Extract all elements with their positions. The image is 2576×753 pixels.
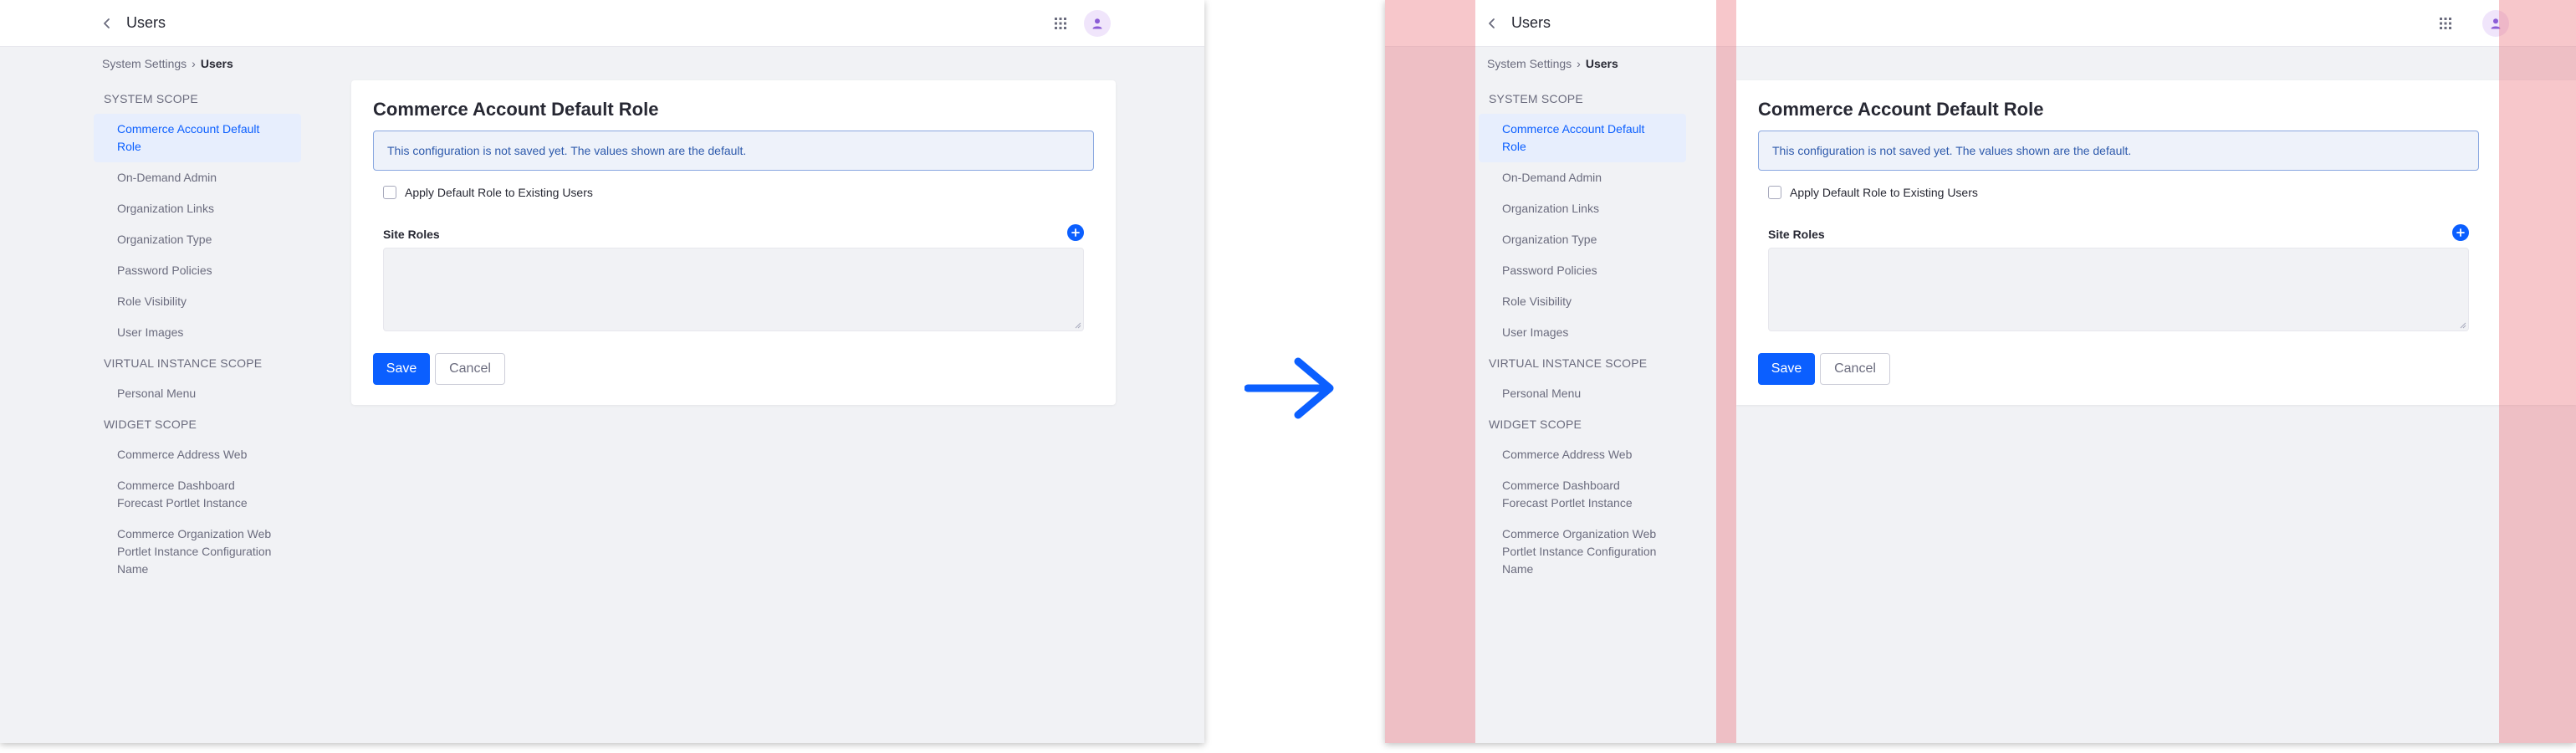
sidebar-item-organization-links[interactable]: Organization Links	[94, 193, 301, 224]
apply-default-role-row: Apply Default Role to Existing Users	[383, 186, 593, 199]
chevron-left-icon	[1489, 18, 1495, 28]
form-title: Commerce Account Default Role	[373, 99, 659, 120]
breadcrumb: System Settings › Users	[1487, 57, 1618, 70]
sidebar-item-organization-type[interactable]: Organization Type	[1479, 224, 1686, 255]
arrow-right-icon	[1245, 357, 1334, 419]
site-roles-label: Site Roles	[1768, 228, 1825, 241]
scope-heading-system: SYSTEM SCOPE	[104, 92, 198, 105]
sidebar-item-personal-menu[interactable]: Personal Menu	[94, 378, 301, 409]
user-avatar[interactable]	[1084, 10, 1111, 37]
plus-icon	[2456, 228, 2465, 237]
site-roles-label: Site Roles	[383, 228, 440, 241]
sidebar-item-password-policies[interactable]: Password Policies	[1479, 255, 1686, 286]
sidebar-item-commerce-organization-web[interactable]: Commerce Organization Web Portlet Instan…	[1479, 519, 1686, 585]
site-roles-input[interactable]	[383, 248, 1084, 331]
plus-icon	[1071, 228, 1080, 237]
sidebar-item-commerce-organization-web[interactable]: Commerce Organization Web Portlet Instan…	[94, 519, 301, 585]
apply-default-role-label[interactable]: Apply Default Role to Existing Users	[405, 186, 593, 199]
page-title: Users	[126, 14, 166, 31]
top-bar: Users	[1385, 0, 2576, 47]
sidebar-item-commerce-address-web[interactable]: Commerce Address Web	[94, 439, 301, 470]
sidebar-item-organization-type[interactable]: Organization Type	[94, 224, 301, 255]
cancel-button[interactable]: Cancel	[435, 353, 505, 385]
user-icon	[1092, 18, 1102, 29]
settings-sidebar: SYSTEM SCOPE Commerce Account Default Ro…	[94, 84, 301, 585]
info-alert: This configuration is not saved yet. The…	[373, 131, 1094, 171]
breadcrumb-separator: ›	[1577, 57, 1581, 70]
grid-icon	[2440, 18, 2451, 29]
sidebar-item-commerce-dashboard-forecast[interactable]: Commerce Dashboard Forecast Portlet Inst…	[1479, 470, 1686, 519]
scope-heading-virtual-instance: VIRTUAL INSTANCE SCOPE	[1489, 356, 1648, 370]
resize-handle-icon[interactable]	[2460, 322, 2466, 329]
sidebar-item-password-policies[interactable]: Password Policies	[94, 255, 301, 286]
site-roles-input[interactable]	[1768, 248, 2469, 331]
sidebar-item-commerce-account-default-role[interactable]: Commerce Account Default Role	[1479, 114, 1686, 162]
scope-heading-system: SYSTEM SCOPE	[1489, 92, 1583, 105]
sidebar-item-role-visibility[interactable]: Role Visibility	[1479, 286, 1686, 317]
back-button[interactable]	[1482, 13, 1502, 33]
add-site-role-button[interactable]	[2452, 224, 2469, 241]
sidebar-item-personal-menu[interactable]: Personal Menu	[1479, 378, 1686, 409]
breadcrumb: System Settings › Users	[102, 57, 233, 70]
breadcrumb-system-settings[interactable]: System Settings	[1487, 57, 1572, 70]
user-icon	[2491, 18, 2501, 29]
sidebar-item-on-demand-admin[interactable]: On-Demand Admin	[94, 162, 301, 193]
apply-default-role-checkbox[interactable]	[383, 186, 396, 199]
sidebar-item-commerce-dashboard-forecast[interactable]: Commerce Dashboard Forecast Portlet Inst…	[94, 470, 301, 519]
configuration-card: Commerce Account Default Role This confi…	[351, 80, 1116, 405]
settings-sidebar: SYSTEM SCOPE Commerce Account Default Ro…	[1479, 84, 1686, 585]
back-button[interactable]	[97, 13, 117, 33]
user-avatar[interactable]	[2482, 10, 2509, 37]
apply-default-role-row: Apply Default Role to Existing Users	[1768, 186, 1978, 199]
scope-heading-virtual-instance: VIRTUAL INSTANCE SCOPE	[104, 356, 263, 370]
resize-handle-icon[interactable]	[1075, 322, 1081, 329]
page-title: Users	[1511, 14, 1551, 31]
configuration-card: Commerce Account Default Role This confi…	[1736, 80, 2576, 405]
cancel-button[interactable]: Cancel	[1820, 353, 1890, 385]
panel-highlighted: Users System Settings › Users SYSTEM SCO…	[1385, 0, 2576, 743]
add-site-role-button[interactable]	[1067, 224, 1084, 241]
breadcrumb-system-settings[interactable]: System Settings	[102, 57, 187, 70]
margin-highlight-left	[1385, 0, 1475, 743]
breadcrumb-current: Users	[200, 57, 233, 70]
panel-original: Users System Settings › Users SYSTEM SCO…	[0, 0, 1204, 743]
apps-button[interactable]	[2435, 13, 2456, 33]
margin-highlight-gutter	[1716, 0, 1736, 743]
scope-heading-widget: WIDGET SCOPE	[104, 417, 197, 431]
sidebar-item-role-visibility[interactable]: Role Visibility	[94, 286, 301, 317]
grid-icon	[1055, 18, 1066, 29]
sidebar-item-user-images[interactable]: User Images	[1479, 317, 1686, 348]
form-title: Commerce Account Default Role	[1758, 99, 2044, 120]
breadcrumb-current: Users	[1585, 57, 1618, 70]
sidebar-item-on-demand-admin[interactable]: On-Demand Admin	[1479, 162, 1686, 193]
sidebar-item-commerce-account-default-role[interactable]: Commerce Account Default Role	[94, 114, 301, 162]
apply-default-role-label[interactable]: Apply Default Role to Existing Users	[1790, 186, 1978, 199]
save-button[interactable]: Save	[373, 353, 430, 385]
info-alert: This configuration is not saved yet. The…	[1758, 131, 2479, 171]
scope-heading-widget: WIDGET SCOPE	[1489, 417, 1582, 431]
chevron-left-icon	[104, 18, 110, 28]
breadcrumb-separator: ›	[192, 57, 196, 70]
apps-button[interactable]	[1050, 13, 1071, 33]
top-bar: Users	[0, 0, 1204, 47]
sidebar-item-commerce-address-web[interactable]: Commerce Address Web	[1479, 439, 1686, 470]
apply-default-role-checkbox[interactable]	[1768, 186, 1781, 199]
sidebar-item-organization-links[interactable]: Organization Links	[1479, 193, 1686, 224]
save-button[interactable]: Save	[1758, 353, 1815, 385]
sidebar-item-user-images[interactable]: User Images	[94, 317, 301, 348]
